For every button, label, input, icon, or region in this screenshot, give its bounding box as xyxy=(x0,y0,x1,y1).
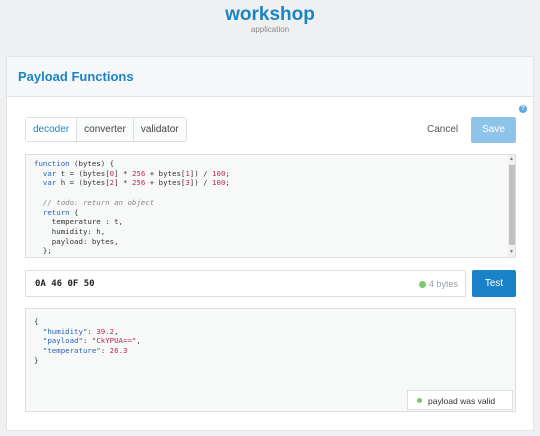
result-line: "humidity": 39.2, xyxy=(42,326,119,336)
code-scrollbar-thumb[interactable] xyxy=(509,165,515,245)
panel-title: Payload Functions xyxy=(18,69,134,84)
code-line: // todo: return an object xyxy=(42,197,155,207)
validation-status: payload was valid xyxy=(428,396,496,406)
app-subtitle: application xyxy=(250,25,290,34)
scroll-up-icon[interactable]: ▲ xyxy=(509,156,514,162)
code-line: return { xyxy=(42,207,79,217)
payload-input[interactable]: 0A 46 0F 50 4 bytes xyxy=(25,270,466,297)
result-line: } xyxy=(34,355,39,365)
code-line: function (bytes) { xyxy=(34,159,115,168)
code-line: var t = (bytes[0] * 256 + bytes[1]) / 10… xyxy=(42,168,230,178)
result-line: "payload": "CkYPUA==", xyxy=(42,336,141,346)
validation-badge: payload was valid xyxy=(407,390,513,410)
code-line: } xyxy=(34,256,230,257)
test-button[interactable]: Test xyxy=(472,270,516,297)
save-button[interactable]: Save xyxy=(471,117,516,143)
result-line: "temperature": 26.3 xyxy=(42,346,128,356)
result-content: { "humidity": 39.2, "payload": "CkYPUA==… xyxy=(34,317,141,366)
panel-header: Payload Functions xyxy=(7,57,533,97)
function-tabs: decoder converter validator xyxy=(25,117,187,142)
code-line: var h = (bytes[2] * 256 + bytes[3]) / 10… xyxy=(42,178,230,188)
status-dot-icon xyxy=(419,281,426,288)
code-line: temperature : t, xyxy=(34,217,123,227)
code-content: function (bytes) { var t = (bytes[0] * 2… xyxy=(34,159,230,257)
scroll-down-icon[interactable]: ▼ xyxy=(509,249,514,255)
app-header: workshop application xyxy=(0,0,540,44)
tab-validator[interactable]: validator xyxy=(134,118,186,141)
payload-value: 0A 46 0F 50 xyxy=(35,279,95,289)
code-line: humidity: h, xyxy=(34,226,106,236)
cancel-button[interactable]: Cancel xyxy=(427,124,458,135)
tab-decoder[interactable]: decoder xyxy=(26,118,78,141)
code-editor[interactable]: function (bytes) { var t = (bytes[0] * 2… xyxy=(25,154,516,258)
code-line: payload: bytes, xyxy=(34,236,119,246)
payload-functions-panel: Payload Functions ? decoder converter va… xyxy=(6,56,534,431)
result-line: { xyxy=(34,317,39,326)
byte-count: 4 bytes xyxy=(429,279,459,289)
app-name: workshop xyxy=(225,4,315,25)
code-line: }; xyxy=(34,246,52,256)
result-output: { "humidity": 39.2, "payload": "CkYPUA==… xyxy=(25,308,516,412)
help-icon[interactable]: ? xyxy=(519,105,527,113)
valid-dot-icon xyxy=(417,398,422,403)
tab-converter[interactable]: converter xyxy=(77,118,134,141)
